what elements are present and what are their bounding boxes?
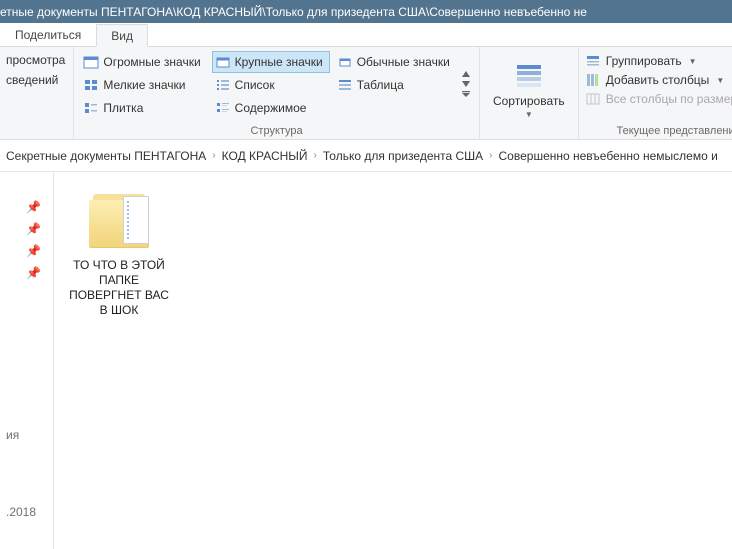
- autofit-columns-button: Все столбцы по размеру соде: [585, 91, 732, 107]
- window-titlebar: етные документы ПЕНТАГОНА\КОД КРАСНЫЙ\То…: [0, 0, 732, 23]
- normal-icons-icon: [337, 54, 353, 70]
- tile-icon: [83, 100, 99, 116]
- layout-normal-icons[interactable]: Обычные значки: [334, 51, 457, 73]
- panes-details-label[interactable]: сведений: [6, 73, 65, 87]
- layout-list[interactable]: Список: [212, 74, 330, 96]
- group-by-button[interactable]: Группировать ▼: [585, 53, 732, 69]
- breadcrumb-item[interactable]: Секретные документы ПЕНТАГОНА: [4, 149, 208, 163]
- sort-icon: [513, 60, 545, 92]
- layout-large-icons[interactable]: Крупные значки: [212, 51, 330, 73]
- pin-icon: 📌: [4, 196, 49, 218]
- nav-text-fragment: .2018: [4, 501, 49, 523]
- ribbon-tabstrip: Поделиться Вид: [0, 23, 732, 47]
- content-icon: [215, 100, 231, 116]
- huge-icons-icon: [83, 54, 99, 70]
- breadcrumb-caret-icon[interactable]: ›: [485, 150, 496, 161]
- pin-icon: 📌: [4, 218, 49, 240]
- panes-preview-label[interactable]: просмотра: [6, 53, 65, 67]
- layout-huge-icons[interactable]: Огромные значки: [80, 51, 207, 73]
- add-columns-button[interactable]: Добавить столбцы ▼: [585, 72, 732, 88]
- dropdown-arrow-icon: ▼: [689, 57, 697, 66]
- expand-gallery-icon[interactable]: [461, 90, 471, 98]
- title-path: етные документы ПЕНТАГОНА\КОД КРАСНЫЙ\То…: [0, 5, 587, 19]
- layout-tile[interactable]: Плитка: [80, 97, 207, 119]
- breadcrumb-caret-icon[interactable]: ›: [310, 150, 321, 161]
- list-icon: [215, 77, 231, 93]
- pin-icon: 📌: [4, 262, 49, 284]
- nav-pane[interactable]: 📌 📌 📌 📌 ия .2018: [0, 172, 54, 549]
- tab-share[interactable]: Поделиться: [0, 23, 96, 46]
- layout-table[interactable]: Таблица: [334, 74, 457, 96]
- breadcrumb-item[interactable]: Совершенно невъебенно немыслемо и: [497, 149, 720, 163]
- scroll-down-icon[interactable]: [461, 80, 471, 88]
- sort-button[interactable]: Сортировать ▼: [486, 49, 572, 125]
- breadcrumb-item[interactable]: КОД КРАСНЫЙ: [220, 149, 310, 163]
- folder-label: ТО ЧТО В ЭТОЙ ПАПКЕ ПОВЕРГНЕТ ВАС В ШОК: [64, 258, 174, 318]
- ribbon: просмотра сведений Огромные значки: [0, 47, 732, 140]
- add-columns-icon: [585, 72, 601, 88]
- group-label-current-view: Текущее представление: [585, 125, 732, 139]
- group-by-icon: [585, 53, 601, 69]
- dropdown-arrow-icon: ▼: [525, 110, 533, 119]
- small-icons-icon: [83, 77, 99, 93]
- workspace: 📌 📌 📌 📌 ия .2018 ТО ЧТО В ЭТОЙ ПАПКЕ ПОВ…: [0, 172, 732, 549]
- pin-icon: 📌: [4, 240, 49, 262]
- folder-item[interactable]: ТО ЧТО В ЭТОЙ ПАПКЕ ПОВЕРГНЕТ ВАС В ШОК: [64, 190, 174, 318]
- nav-text-fragment: ия: [4, 424, 49, 446]
- folder-icon: [83, 190, 155, 252]
- layout-small-icons[interactable]: Мелкие значки: [80, 74, 207, 96]
- scroll-up-icon[interactable]: [461, 70, 471, 78]
- group-label-layout: Структура: [80, 125, 472, 139]
- breadcrumb-caret-icon[interactable]: ›: [208, 150, 219, 161]
- breadcrumb-item[interactable]: Только для призедента США: [321, 149, 485, 163]
- large-icons-icon: [215, 54, 231, 70]
- breadcrumb-bar[interactable]: Секретные документы ПЕНТАГОНА › КОД КРАС…: [0, 140, 732, 172]
- autofit-columns-icon: [585, 91, 601, 107]
- dropdown-arrow-icon: ▼: [716, 76, 724, 85]
- file-list-area[interactable]: ТО ЧТО В ЭТОЙ ПАПКЕ ПОВЕРГНЕТ ВАС В ШОК: [54, 172, 732, 549]
- tab-view[interactable]: Вид: [96, 24, 148, 47]
- table-icon: [337, 77, 353, 93]
- layout-details[interactable]: Содержимое: [212, 97, 330, 119]
